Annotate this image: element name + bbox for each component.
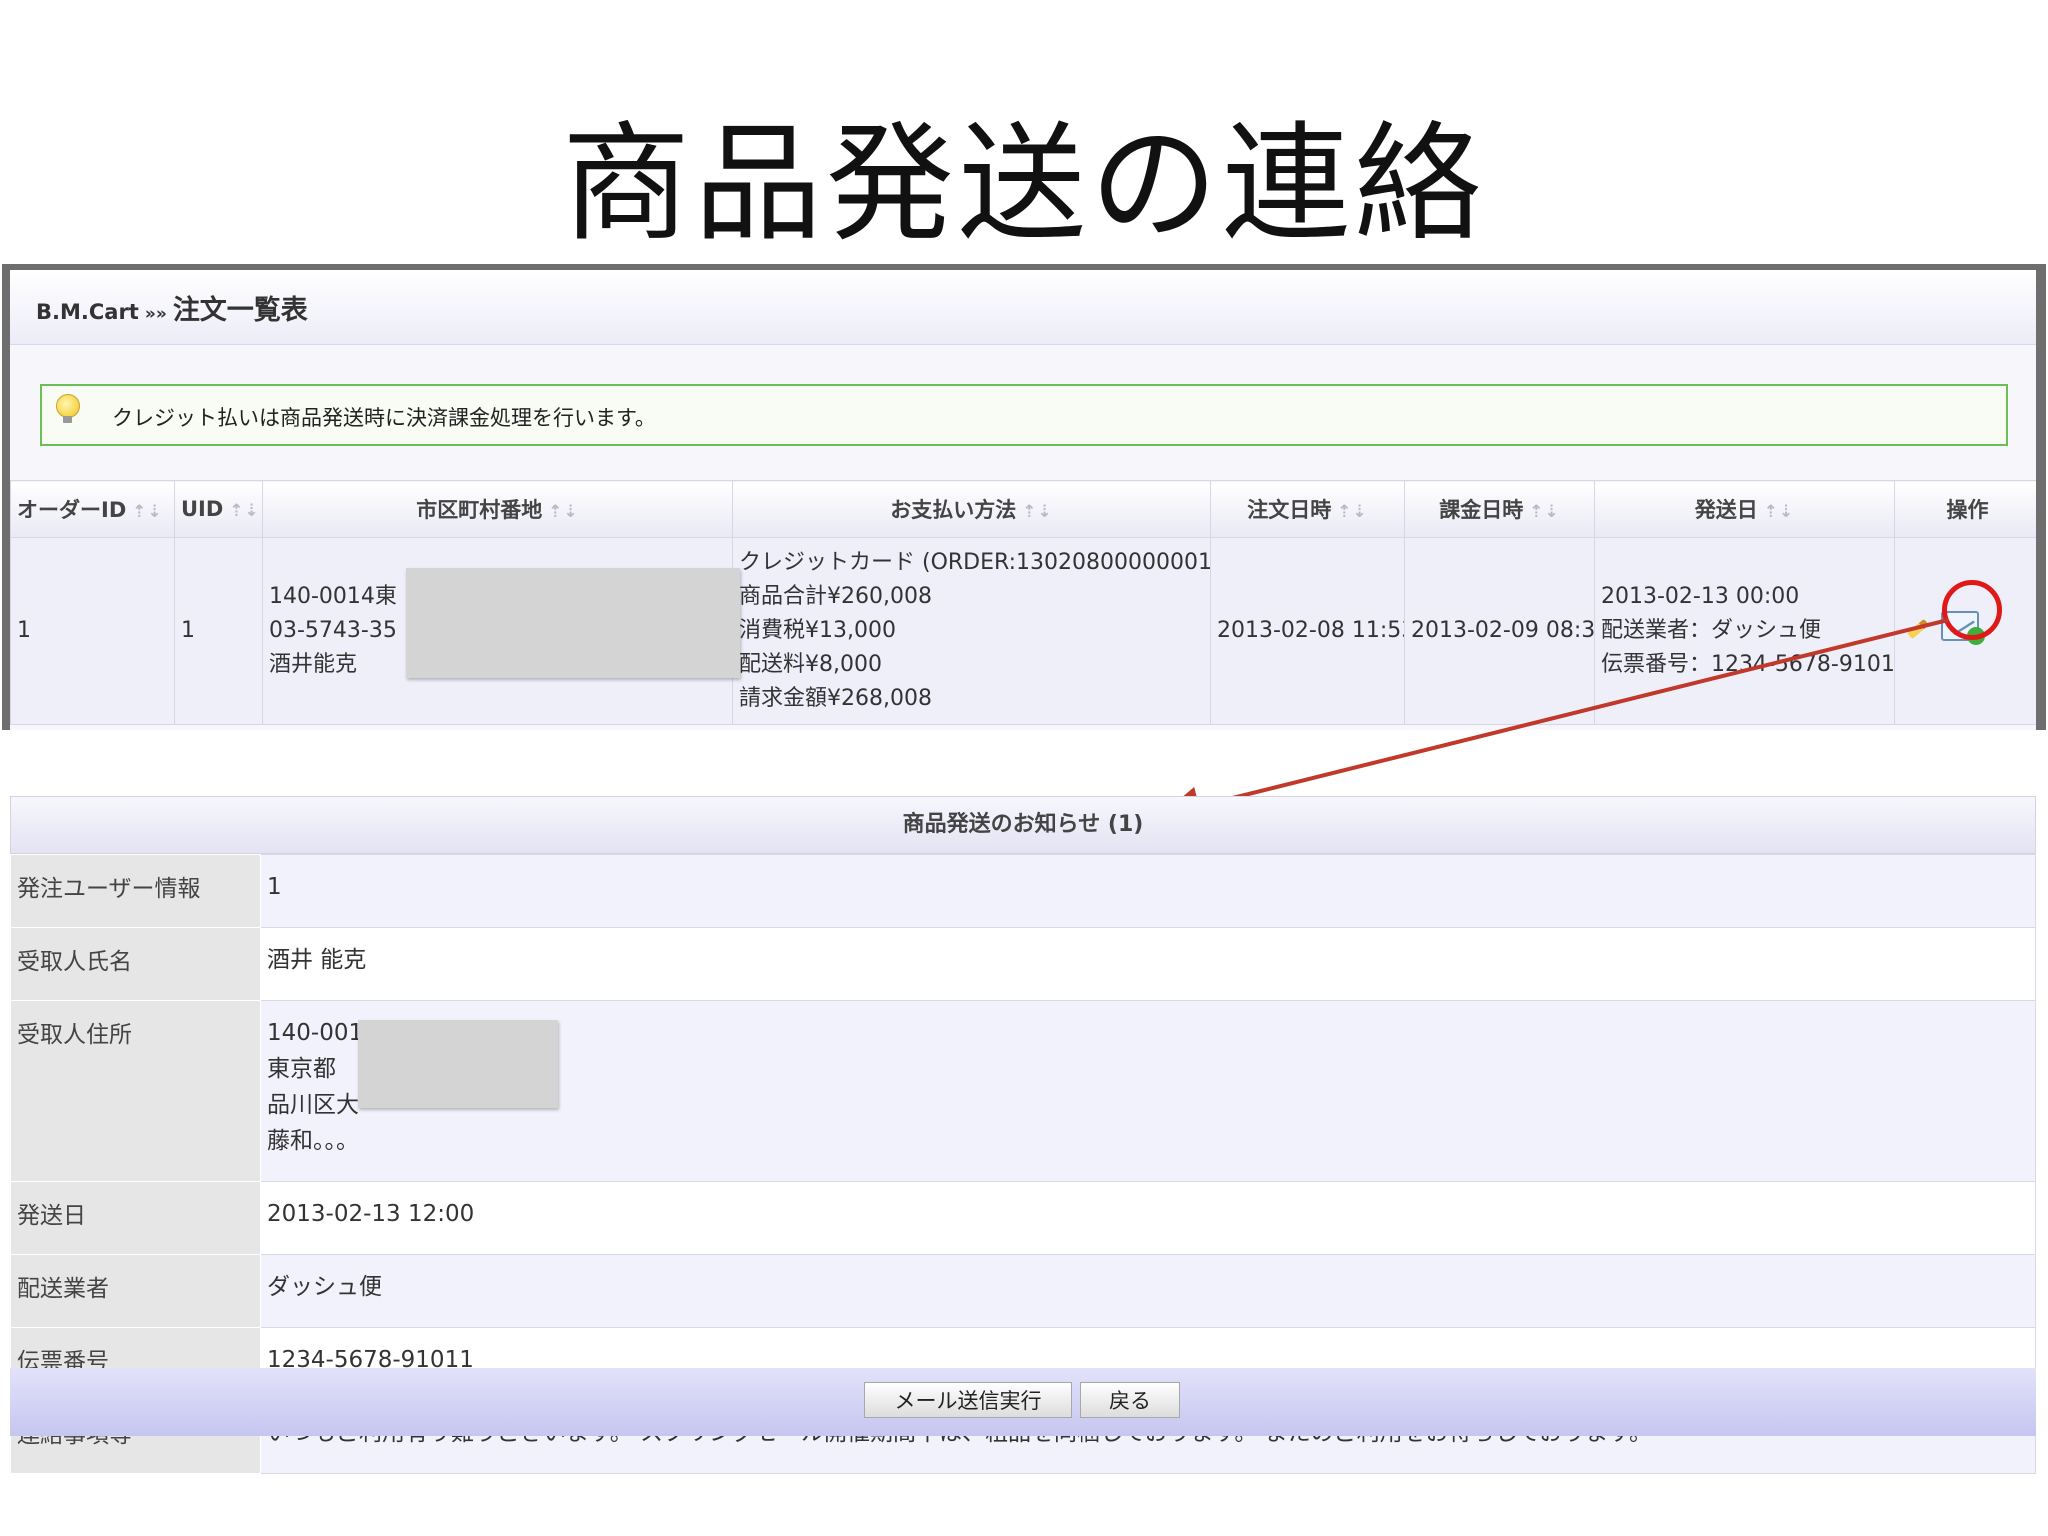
column-label: UID: [181, 497, 224, 521]
field-label: 発注ユーザー情報: [10, 854, 261, 928]
send-mail-button[interactable]: メール送信実行: [864, 1382, 1072, 1418]
shipping-line: 配送業者：ダッシュ便: [1601, 618, 1822, 643]
field-value-recipient-name: 酒井 能克: [260, 927, 2036, 1001]
column-header-charge-date[interactable]: 課金日時 ⇡⇣: [1404, 480, 1595, 538]
slide-title: 商品発送の連絡: [561, 110, 1486, 259]
column-label: 注文日時: [1247, 498, 1332, 522]
column-header-payment[interactable]: お支払い方法 ⇡⇣: [732, 480, 1211, 538]
field-label: 受取人氏名: [10, 927, 261, 1001]
column-label: 発送日: [1694, 498, 1758, 522]
column-label: 市区町村番地: [416, 498, 543, 522]
page-title: 注文一覧表: [172, 295, 308, 326]
cell-uid: 1: [174, 537, 263, 725]
payment-line: クレジットカード (ORDER:13020800000001): [739, 550, 1211, 575]
column-label: お支払い方法: [890, 498, 1017, 522]
info-notice: クレジット払いは商品発送時に決済課金処理を行います。: [40, 384, 2008, 446]
payment-line: 配送料¥8,000: [739, 652, 882, 677]
column-header-address[interactable]: 市区町村番地 ⇡⇣: [262, 480, 733, 538]
shipping-line: 伝票番号：1234-5678-91011: [1601, 652, 1895, 677]
table-row: 発送日 2013-02-13 12:00: [10, 1181, 2036, 1255]
notice-text: クレジット払いは商品発送時に決済課金処理を行います。: [112, 406, 656, 430]
field-value-ship-date: 2013-02-13 12:00: [260, 1181, 2036, 1255]
sort-arrows-icon[interactable]: ⇡⇣: [1337, 502, 1368, 522]
order-list-page: B.M.Cart»» 注文一覧表 クレジット払いは商品発送時に決済課金処理を行いま…: [10, 270, 2036, 730]
cell-shipping: 2013-02-13 00:00 配送業者：ダッシュ便 伝票番号：1234-56…: [1594, 537, 1895, 725]
form-title: 商品発送のお知らせ (1): [10, 796, 2036, 854]
sort-arrows-icon[interactable]: ⇡⇣: [548, 502, 579, 522]
column-label: オーダーID: [17, 498, 127, 522]
table-row: 受取人住所 140-0014 東京都 品川区大 藤和。。。: [10, 1000, 2036, 1182]
redaction-overlay: [406, 568, 740, 678]
sort-arrows-icon[interactable]: ⇡⇣: [1764, 502, 1795, 522]
field-label: 受取人住所: [10, 1000, 261, 1182]
redaction-overlay: [358, 1020, 558, 1108]
sort-arrows-icon[interactable]: ⇡⇣: [229, 501, 260, 521]
table-header-row: オーダーID ⇡⇣ UID ⇡⇣ 市区町村番地 ⇡⇣ お支払い方法 ⇡⇣ 注文日時 ⇡⇣ …: [10, 480, 2036, 538]
payment-line: 請求金額¥268,008: [739, 686, 932, 711]
sort-arrows-icon[interactable]: ⇡⇣: [1529, 502, 1560, 522]
field-label: 配送業者: [10, 1254, 261, 1328]
order-list-screenshot: B.M.Cart»» 注文一覧表 クレジット払いは商品発送時に決済課金処理を行いま…: [2, 264, 2046, 730]
table-row: 発注ユーザー情報 1: [10, 854, 2036, 928]
lightbulb-icon: [56, 394, 80, 423]
column-header-uid[interactable]: UID ⇡⇣: [174, 480, 263, 538]
highlight-circle: [1942, 580, 2002, 640]
page-header: B.M.Cart»» 注文一覧表: [10, 270, 2036, 345]
breadcrumb: B.M.Cart»» 注文一覧表: [36, 288, 308, 327]
shipping-line: 2013-02-13 00:00: [1601, 584, 1800, 609]
field-value-orderer: 1: [260, 854, 2036, 928]
breadcrumb-app-link[interactable]: B.M.Cart: [36, 300, 139, 324]
pencil-icon[interactable]: [1907, 618, 1929, 640]
breadcrumb-separator: »»: [144, 304, 167, 324]
cell-order-id: 1: [10, 537, 175, 725]
table-row: 配送業者 ダッシュ便: [10, 1254, 2036, 1328]
cell-order-date: 2013-02-08 11:53: [1210, 537, 1405, 725]
column-header-order-date[interactable]: 注文日時 ⇡⇣: [1210, 480, 1405, 538]
column-label: 操作: [1946, 498, 1989, 522]
orders-table: オーダーID ⇡⇣ UID ⇡⇣ 市区町村番地 ⇡⇣ お支払い方法 ⇡⇣ 注文日時 ⇡⇣ …: [10, 480, 2036, 725]
column-header-actions: 操作: [1894, 480, 2036, 538]
payment-line: 消費税¥13,000: [739, 618, 896, 643]
column-label: 課金日時: [1439, 498, 1524, 522]
address-line: 藤和。。。: [267, 1128, 359, 1154]
table-row: 1 1 140-0014東 03-5743-35 酒井能克 クレジットカード (…: [10, 537, 2036, 725]
sort-arrows-icon[interactable]: ⇡⇣: [132, 502, 163, 522]
column-header-ship-date[interactable]: 発送日 ⇡⇣: [1594, 480, 1895, 538]
field-value-carrier: ダッシュ便: [260, 1254, 2036, 1328]
field-label: 発送日: [10, 1181, 261, 1255]
column-header-order-id[interactable]: オーダーID ⇡⇣: [10, 480, 175, 538]
cell-charge-date: 2013-02-09 08:35: [1404, 537, 1595, 725]
cell-payment: クレジットカード (ORDER:13020800000001) 商品合計¥260…: [732, 537, 1211, 725]
back-button[interactable]: 戻る: [1080, 1382, 1180, 1418]
table-row: 受取人氏名 酒井 能克: [10, 927, 2036, 1001]
form-footer: メール送信実行 戻る: [10, 1368, 2036, 1436]
payment-line: 商品合計¥260,008: [739, 584, 932, 609]
shipping-notice-form: 商品発送のお知らせ (1) 発注ユーザー情報 1 受取人氏名 酒井 能克 受取人…: [10, 796, 2036, 1474]
sort-arrows-icon[interactable]: ⇡⇣: [1022, 502, 1053, 522]
